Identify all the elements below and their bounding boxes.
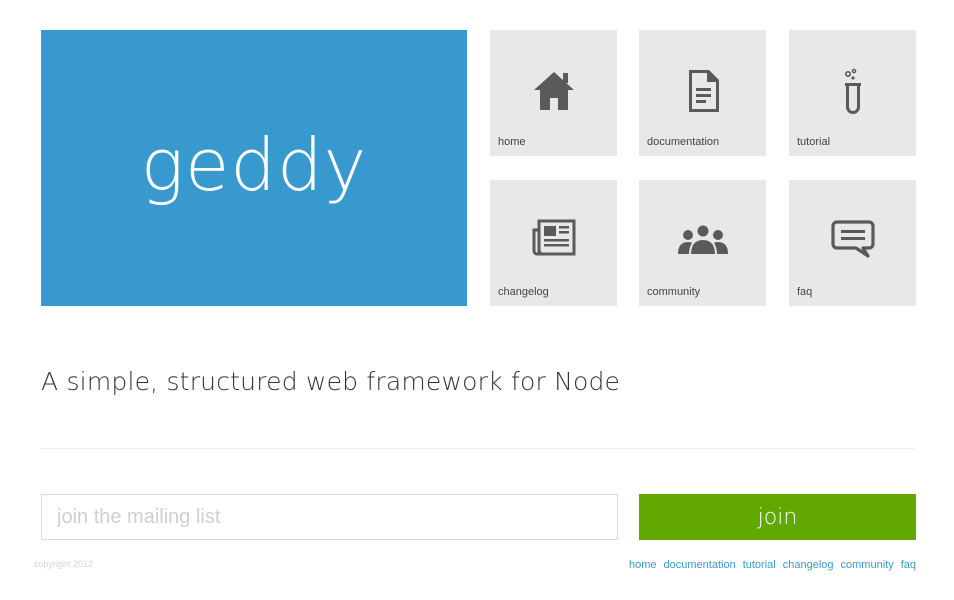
tagline: A simple, structured web framework for N… — [41, 367, 621, 396]
footer-link-home[interactable]: home — [629, 559, 657, 571]
tile-label: community — [647, 286, 701, 298]
mailing-list-input[interactable] — [41, 494, 618, 540]
footer-link-community[interactable]: community — [841, 559, 894, 571]
tile-community[interactable]: community — [639, 180, 766, 306]
tile-label: home — [498, 136, 526, 148]
tile-tutorial[interactable]: tutorial — [789, 30, 916, 156]
tile-faq[interactable]: faq — [789, 180, 916, 306]
hero-banner: geddy — [41, 30, 467, 306]
hero-title: geddy — [140, 123, 368, 207]
people-icon — [639, 218, 766, 266]
tile-label: faq — [797, 286, 813, 298]
tile-changelog[interactable]: changelog — [490, 180, 617, 306]
tile-label: tutorial — [797, 136, 831, 148]
footer-link-changelog[interactable]: changelog — [783, 559, 834, 571]
speech-bubble-icon — [789, 218, 916, 266]
footer-link-tutorial[interactable]: tutorial — [743, 559, 776, 571]
divider — [41, 448, 915, 449]
tile-label: documentation — [647, 136, 720, 148]
tile-home[interactable]: home — [490, 30, 617, 156]
document-icon — [639, 68, 766, 116]
newspaper-icon — [490, 218, 617, 266]
page: geddy home documentation tutorial change… — [0, 0, 954, 600]
tile-label: changelog — [498, 286, 549, 298]
home-icon — [490, 68, 617, 116]
tile-documentation[interactable]: documentation — [639, 30, 766, 156]
footer-link-faq[interactable]: faq — [901, 559, 916, 571]
test-tube-icon — [789, 68, 916, 116]
copyright: copyright 2012 — [34, 559, 94, 569]
join-button[interactable]: join — [639, 494, 916, 540]
footer-nav: home documentation tutorial changelog co… — [629, 559, 916, 571]
footer-link-documentation[interactable]: documentation — [664, 559, 736, 571]
